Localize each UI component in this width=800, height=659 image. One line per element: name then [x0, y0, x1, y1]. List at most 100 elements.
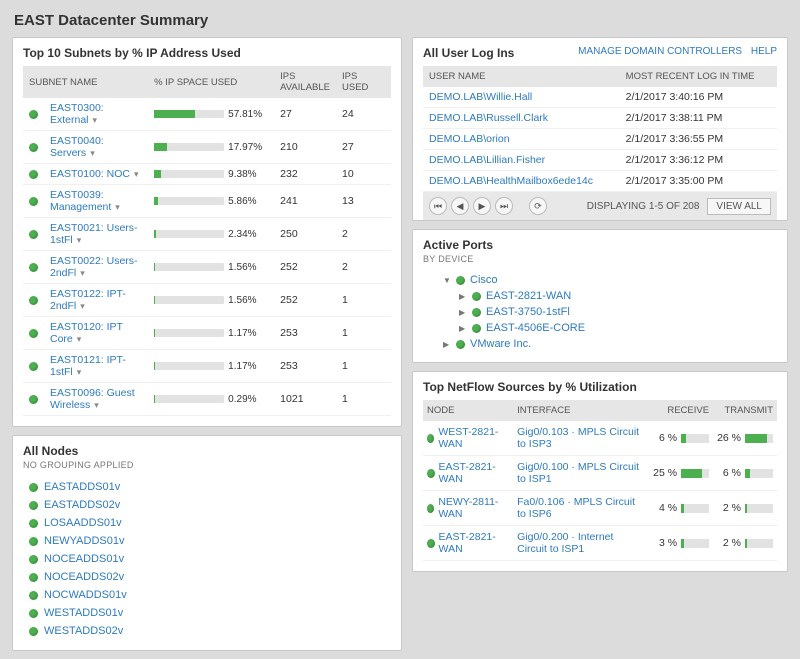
- util-bar: [681, 539, 709, 548]
- node-item[interactable]: EASTADDS02v: [29, 496, 391, 514]
- node-item[interactable]: WESTADDS01v: [29, 604, 391, 622]
- rx-cell: 6 %: [649, 421, 713, 456]
- node-link[interactable]: WESTADDS02v: [44, 625, 123, 637]
- caret-right-icon[interactable]: ▶: [459, 308, 467, 317]
- login-user-link[interactable]: DEMO.LAB\HealthMailbox6ede14c: [429, 175, 593, 187]
- view-all-button[interactable]: VIEW ALL: [707, 198, 771, 215]
- node-item[interactable]: NOCEADDS01v: [29, 550, 391, 568]
- chevron-down-icon[interactable]: ▾: [73, 367, 82, 377]
- subnet-row: EAST0040: Servers▾17.97%21027: [23, 131, 391, 164]
- tree-node-link[interactable]: EAST-3750-1stFl: [486, 306, 570, 318]
- subnet-link[interactable]: EAST0040: Servers: [50, 135, 104, 159]
- login-user-link[interactable]: DEMO.LAB\orion: [429, 133, 510, 145]
- subnet-link[interactable]: EAST0039: Management: [50, 189, 111, 213]
- chevron-down-icon[interactable]: ▾: [111, 202, 120, 212]
- status-dot-icon: [472, 324, 481, 333]
- tree-child[interactable]: ▶ EAST-3750-1stFl: [425, 304, 777, 320]
- page-last-icon[interactable]: ⏭: [495, 197, 513, 215]
- subnet-link[interactable]: EAST0120: IPT Core: [50, 321, 123, 345]
- login-user-link[interactable]: DEMO.LAB\Russell.Clark: [429, 112, 548, 124]
- tree-child[interactable]: ▶ EAST-2821-WAN: [425, 288, 777, 304]
- netflow-panel: Top NetFlow Sources by % Utilization NOD…: [412, 371, 788, 572]
- pager-status: DISPLAYING 1-5 OF 208: [587, 201, 700, 212]
- status-dot-icon: [427, 434, 434, 443]
- node-item[interactable]: NEWYADDS01v: [29, 532, 391, 550]
- subnet-link[interactable]: EAST0122: IPT-2ndFl: [50, 288, 126, 312]
- tree-node-link[interactable]: EAST-4506E-CORE: [486, 322, 585, 334]
- netflow-iface-link[interactable]: Gig0/0.103 · MPLS Circuit to ISP3: [517, 426, 639, 450]
- ips-used: 1: [336, 383, 391, 416]
- node-item[interactable]: EASTADDS01v: [29, 478, 391, 496]
- node-item[interactable]: NOCWADDS01v: [29, 586, 391, 604]
- netflow-node-link[interactable]: WEST-2821- WAN: [438, 426, 509, 450]
- tree-child[interactable]: ▶ EAST-4506E-CORE: [425, 320, 777, 336]
- ips-used: 13: [336, 185, 391, 218]
- col-avail: IPS AVAILABLE: [274, 66, 336, 98]
- caret-right-icon[interactable]: ▶: [459, 324, 467, 333]
- subnet-link[interactable]: EAST0100: NOC: [50, 168, 130, 180]
- subnet-link[interactable]: EAST0021: Users-1stFl: [50, 222, 138, 246]
- page-prev-icon[interactable]: ◀: [451, 197, 469, 215]
- chevron-down-icon[interactable]: ▾: [130, 169, 139, 179]
- ips-used: 24: [336, 98, 391, 131]
- usage-pct: 57.81%: [228, 109, 268, 120]
- usage-bar: [154, 329, 224, 337]
- node-link[interactable]: NEWYADDS01v: [44, 535, 124, 547]
- netflow-iface-link[interactable]: Gig0/0.100 · MPLS Circuit to ISP1: [517, 461, 639, 485]
- node-link[interactable]: NOCWADDS01v: [44, 589, 127, 601]
- node-link[interactable]: EASTADDS01v: [44, 481, 120, 493]
- node-item[interactable]: LOSAADDS01v: [29, 514, 391, 532]
- status-dot-icon: [29, 519, 38, 528]
- manage-dc-link[interactable]: MANAGE DOMAIN CONTROLLERS: [578, 46, 742, 57]
- caret-right-icon[interactable]: ▶: [459, 292, 467, 301]
- caret-right-icon[interactable]: ▶: [443, 340, 451, 349]
- usage-bar: [154, 362, 224, 370]
- chevron-down-icon[interactable]: ▾: [76, 268, 85, 278]
- node-item[interactable]: WESTADDS02v: [29, 622, 391, 640]
- subnet-link[interactable]: EAST0121: IPT-1stFl: [50, 354, 126, 378]
- util-bar: [745, 434, 773, 443]
- page-first-icon[interactable]: ⏮: [429, 197, 447, 215]
- util-bar: [681, 434, 709, 443]
- ips-used: 27: [336, 131, 391, 164]
- login-user-link[interactable]: DEMO.LAB\Lillian.Fisher: [429, 154, 545, 166]
- status-dot-icon: [29, 537, 38, 546]
- logins-panel: All User Log Ins MANAGE DOMAIN CONTROLLE…: [412, 37, 788, 221]
- chevron-down-icon[interactable]: ▾: [73, 334, 82, 344]
- chevron-down-icon[interactable]: ▾: [89, 115, 98, 125]
- chevron-down-icon[interactable]: ▾: [76, 301, 85, 311]
- help-link[interactable]: HELP: [751, 46, 777, 57]
- netflow-row: NEWY-2811- WANFa0/0.106 · MPLS Circuit t…: [423, 491, 777, 526]
- usage-bar: [154, 296, 224, 304]
- caret-down-icon[interactable]: ▼: [443, 276, 451, 285]
- col-pct: % IP SPACE USED: [148, 66, 274, 98]
- node-link[interactable]: NOCEADDS02v: [44, 571, 124, 583]
- netflow-node-link[interactable]: EAST-2821- WAN: [439, 461, 510, 485]
- node-link[interactable]: NOCEADDS01v: [44, 553, 124, 565]
- login-time: 2/1/2017 3:40:16 PM: [620, 87, 777, 108]
- tree-node-vmware[interactable]: VMware Inc.: [470, 338, 531, 350]
- util-bar: [745, 469, 773, 478]
- login-row: DEMO.LAB\HealthMailbox6ede14c2/1/2017 3:…: [423, 171, 777, 192]
- node-link[interactable]: EASTADDS02v: [44, 499, 120, 511]
- subnet-row: EAST0022: Users-2ndFl▾1.56%2522: [23, 251, 391, 284]
- netflow-node-link[interactable]: EAST-2821- WAN: [439, 531, 510, 555]
- subnet-row: EAST0021: Users-1stFl▾2.34%2502: [23, 218, 391, 251]
- chevron-down-icon[interactable]: ▾: [90, 400, 99, 410]
- subnet-link[interactable]: EAST0022: Users-2ndFl: [50, 255, 138, 279]
- node-link[interactable]: WESTADDS01v: [44, 607, 123, 619]
- chevron-down-icon[interactable]: ▾: [86, 148, 95, 158]
- tree-node-cisco[interactable]: Cisco: [470, 274, 498, 286]
- chevron-down-icon[interactable]: ▾: [73, 235, 82, 245]
- netflow-iface-link[interactable]: Gig0/0.200 · Internet Circuit to ISP1: [517, 531, 613, 555]
- login-user-link[interactable]: DEMO.LAB\Willie.Hall: [429, 91, 532, 103]
- node-item[interactable]: NOCEADDS02v: [29, 568, 391, 586]
- ips-available: 250: [274, 218, 336, 251]
- page-next-icon[interactable]: ▶: [473, 197, 491, 215]
- col-rx: RECEIVE: [649, 400, 713, 421]
- page-refresh-icon[interactable]: ⟳: [529, 197, 547, 215]
- status-dot-icon: [456, 276, 465, 285]
- tree-node-link[interactable]: EAST-2821-WAN: [486, 290, 571, 302]
- node-link[interactable]: LOSAADDS01v: [44, 517, 122, 529]
- status-dot-icon: [427, 539, 435, 548]
